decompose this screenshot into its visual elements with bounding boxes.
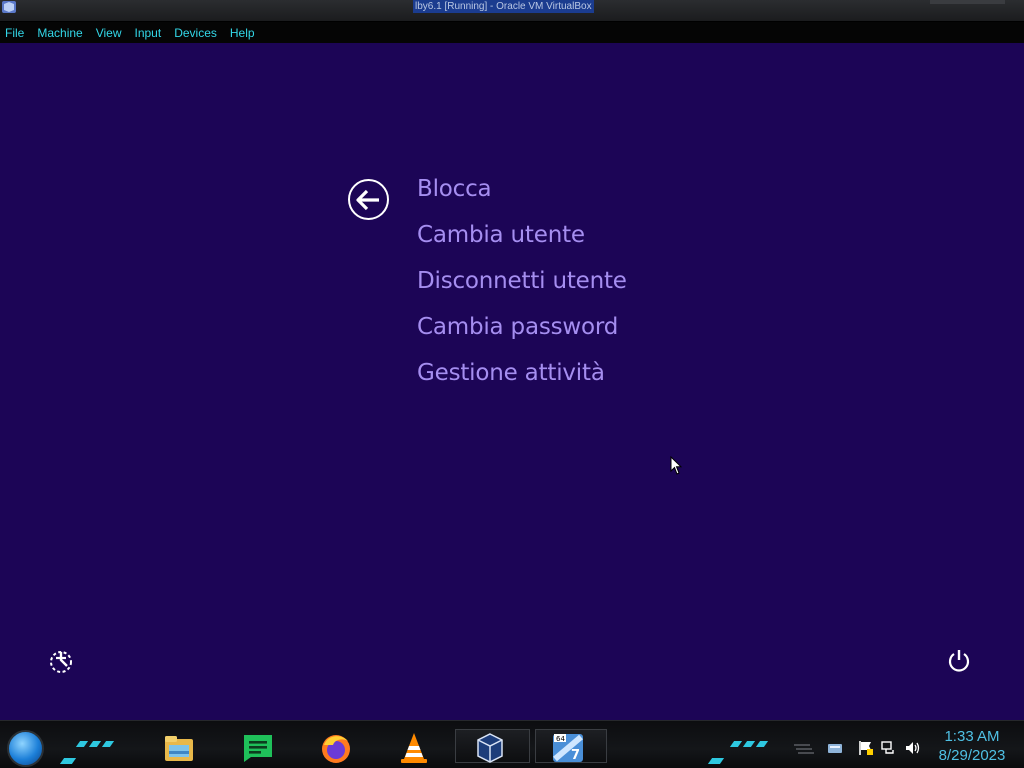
firefox-icon[interactable] (319, 731, 353, 765)
windows-7-x64-icon[interactable]: 64 7 (551, 731, 585, 765)
menu-devices[interactable]: Devices (174, 26, 217, 40)
vm-display[interactable]: Blocca Cambia utente Disconnetti utente … (0, 43, 1024, 720)
menu-view[interactable]: View (96, 26, 122, 40)
clock-time: 1:33 AM (944, 728, 1000, 745)
taskbar-decoration (59, 758, 77, 764)
menu-file[interactable]: File (5, 26, 24, 40)
menu-input[interactable]: Input (135, 26, 162, 40)
option-lock[interactable]: Blocca (417, 171, 627, 217)
taskbar-decoration (755, 741, 769, 747)
start-button[interactable] (7, 730, 44, 767)
taskbar-decoration (729, 741, 743, 747)
taskbar-decoration (101, 741, 115, 747)
option-change-password[interactable]: Cambia password (417, 309, 627, 355)
option-switch-user[interactable]: Cambia utente (417, 217, 627, 263)
network-icon[interactable] (881, 740, 897, 756)
menu-bar: File Machine View Input Devices Help (0, 22, 1024, 43)
taskbar-decoration (707, 758, 725, 764)
taskbar-decoration (88, 741, 102, 747)
vlc-icon[interactable] (397, 731, 431, 765)
back-button[interactable] (348, 179, 389, 220)
window-title-bar[interactable]: lby6.1 [Running] - Oracle VM VirtualBox (0, 0, 1024, 22)
virtualbox-app-icon[interactable] (1, 0, 17, 14)
menu-help[interactable]: Help (230, 26, 255, 40)
option-sign-out[interactable]: Disconnetti utente (417, 263, 627, 309)
security-options-list: Blocca Cambia utente Disconnetti utente … (417, 171, 627, 401)
chat-app-icon[interactable] (241, 731, 275, 765)
taskbar-decoration (742, 741, 756, 747)
ease-of-access-icon[interactable] (48, 648, 74, 674)
svg-text:7: 7 (571, 748, 580, 763)
network-drive-icon[interactable] (827, 740, 843, 756)
menu-machine[interactable]: Machine (37, 26, 82, 40)
option-task-manager[interactable]: Gestione attività (417, 355, 627, 401)
file-explorer-icon[interactable] (162, 731, 196, 765)
tray-divider-icon (794, 744, 814, 754)
system-clock[interactable]: 1:33 AM 8/29/2023 (930, 727, 1014, 765)
clock-date: 8/29/2023 (938, 747, 1006, 764)
taskbar-decoration (75, 741, 89, 747)
window-controls[interactable] (930, 0, 1005, 4)
window-title: lby6.1 [Running] - Oracle VM VirtualBox (413, 0, 594, 13)
power-icon[interactable] (946, 647, 972, 673)
taskbar: 64 7 1:33 AM 8/29/2023 (0, 720, 1024, 768)
svg-text:64: 64 (556, 735, 565, 743)
volume-icon[interactable] (905, 740, 921, 756)
back-arrow-icon (355, 189, 379, 210)
mouse-cursor-icon (670, 456, 682, 475)
action-center-flag-icon[interactable] (858, 740, 874, 756)
virtualbox-icon[interactable] (473, 731, 507, 765)
